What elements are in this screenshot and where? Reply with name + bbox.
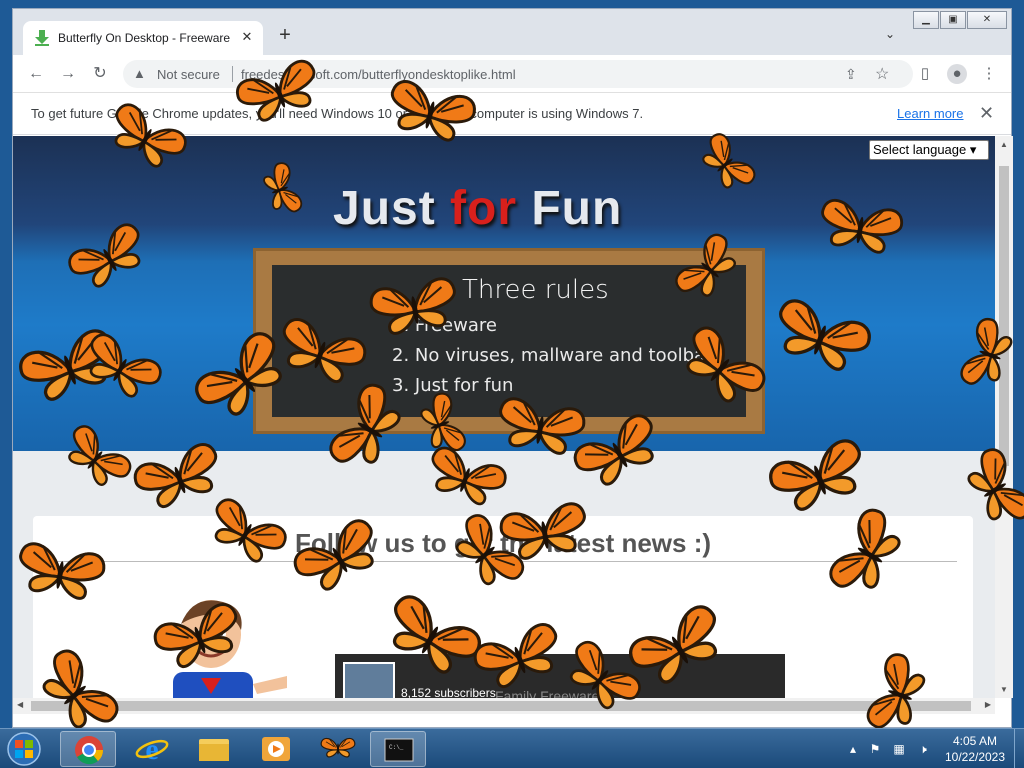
clock-date[interactable]: 10/22/2023	[940, 750, 1010, 764]
title-fun: Fun	[517, 182, 623, 235]
update-infobar: To get future Google Chrome updates, you…	[13, 93, 1011, 135]
page-viewport: Just for Fun Select language ▾ Three rul…	[13, 136, 995, 698]
taskbar-internet-explorer[interactable]: e	[124, 731, 180, 767]
site-logo-title: Just for Fun	[333, 181, 622, 236]
vertical-scroll-thumb[interactable]	[999, 166, 1009, 466]
taskbar-chrome[interactable]	[60, 731, 116, 767]
language-select[interactable]: Select language ▾	[869, 140, 989, 160]
news-card: Follow us to get the latest news :) 8,15…	[33, 516, 973, 698]
subscriber-count: 8,152 subscribers	[401, 686, 496, 698]
network-icon[interactable]: ▦	[892, 742, 906, 756]
chalkboard-surface: Three rules 1. Freeware 2. No viruses, m…	[272, 265, 746, 417]
rule-item: 3. Just for fun	[392, 375, 514, 396]
tab-title: Butterfly On Desktop - Freeware	[58, 31, 231, 45]
reload-icon[interactable]: ↻	[91, 65, 109, 83]
clock-time[interactable]: 4:05 AM	[940, 734, 1010, 748]
language-select-label[interactable]: Select language	[873, 142, 966, 157]
scroll-left-icon[interactable]: ◀	[17, 700, 23, 709]
scroll-down-icon[interactable]: ▼	[1000, 685, 1008, 694]
scroll-up-icon[interactable]: ▲	[1000, 140, 1008, 149]
butterfly-icon	[320, 737, 356, 758]
youtube-widget[interactable]: 8,152 subscribers Family Freeware	[335, 654, 785, 698]
show-hidden-icons-chevron-icon[interactable]: ▴	[846, 742, 860, 756]
card-divider	[45, 561, 957, 562]
infobar-close-icon[interactable]: ✕	[979, 103, 994, 124]
window-close-button[interactable]: ✕	[967, 11, 1007, 29]
address-bar[interactable]: ▲ Not secure freedesktopsoft.com/butterf…	[123, 60, 913, 88]
chrome-icon	[75, 736, 104, 765]
windows-taskbar: e C:\_ ▴ ⚑ ▦ 🕨 4:05 AM 10/22/2023	[0, 728, 1024, 768]
warning-triangle-icon[interactable]: ▲	[133, 66, 147, 81]
browser-window: Butterfly On Desktop - Freeware ✕ + ⌄ ▁ …	[12, 8, 1013, 728]
profile-avatar-icon[interactable]: ●	[947, 64, 967, 84]
bookmark-star-icon[interactable]: ☆	[875, 64, 889, 84]
share-icon[interactable]: ⇪	[845, 66, 857, 83]
vertical-scrollbar[interactable]: ▲ ▼	[995, 136, 1013, 698]
menu-kebab-icon[interactable]: ⋮	[979, 64, 999, 84]
infobar-message: To get future Google Chrome updates, you…	[31, 106, 644, 121]
maximize-button[interactable]: ▣	[940, 11, 966, 29]
tab-search-chevron-icon[interactable]: ⌄	[885, 27, 901, 43]
rules-title: Three rules	[462, 275, 609, 305]
taskbar-command-prompt[interactable]: C:\_	[370, 731, 426, 767]
show-desktop-button[interactable]	[1014, 729, 1024, 768]
superhero-mascot-image	[173, 600, 287, 698]
media-player-icon	[262, 737, 290, 761]
scroll-right-icon[interactable]: ▶	[985, 700, 991, 709]
taskbar-file-explorer[interactable]	[186, 731, 242, 767]
card-heading: Follow us to get the latest news :)	[294, 528, 712, 558]
tab-butterfly[interactable]: Butterfly On Desktop - Freeware ✕	[23, 21, 263, 55]
learn-more-link[interactable]: Learn more	[897, 106, 963, 121]
url-text[interactable]: freedesktopsoft.com/butterflyondesktopli…	[241, 67, 516, 82]
taskbar-media-player[interactable]	[248, 731, 304, 767]
svg-text:e: e	[145, 733, 158, 766]
download-arrow-icon	[35, 30, 49, 46]
security-label[interactable]: Not secure	[157, 67, 220, 82]
rule-item: 2. No viruses, mallware and toolbars	[392, 345, 722, 366]
tab-strip: Butterfly On Desktop - Freeware ✕ + ⌄ ▁ …	[13, 9, 1011, 55]
chalkboard: Three rules 1. Freeware 2. No viruses, m…	[253, 248, 765, 434]
channel-label: Family Freeware	[495, 688, 600, 698]
horizontal-scrollbar[interactable]: ◀ ▶	[13, 698, 995, 714]
title-for: for	[450, 182, 518, 235]
omnibox-divider	[232, 66, 233, 82]
taskbar-butterfly-app[interactable]	[310, 731, 366, 767]
start-orb-icon[interactable]	[4, 731, 44, 767]
action-center-flag-icon[interactable]: ⚑	[868, 742, 882, 756]
back-arrow-icon[interactable]: ←	[27, 65, 45, 83]
tab-close-icon[interactable]: ✕	[239, 29, 255, 45]
forward-arrow-icon[interactable]: →	[59, 65, 77, 83]
volume-muted-icon[interactable]: 🕨	[916, 742, 930, 756]
window-controls: ▁ ▣ ✕	[912, 11, 1007, 29]
command-prompt-icon: C:\_	[384, 738, 414, 762]
rule-item: 1. Freeware	[392, 315, 497, 336]
internet-explorer-icon: e	[135, 733, 169, 766]
side-panel-icon[interactable]: ▯	[915, 64, 935, 84]
new-tab-button[interactable]: +	[275, 25, 295, 45]
system-tray: ▴ ⚑ ▦ 🕨 4:05 AM 10/22/2023	[840, 729, 1024, 768]
hero-banner: Just for Fun Select language ▾ Three rul…	[13, 136, 995, 451]
title-just: Just	[333, 182, 451, 235]
browser-toolbar: ← → ↻ ▲ Not secure freedesktopsoft.com/b…	[13, 55, 1011, 93]
svg-text:C:\_: C:\_	[389, 744, 404, 751]
minimize-button[interactable]: ▁	[913, 11, 939, 29]
folder-icon	[199, 739, 229, 761]
channel-thumbnail[interactable]	[343, 662, 395, 698]
horizontal-scroll-thumb[interactable]	[31, 701, 971, 711]
